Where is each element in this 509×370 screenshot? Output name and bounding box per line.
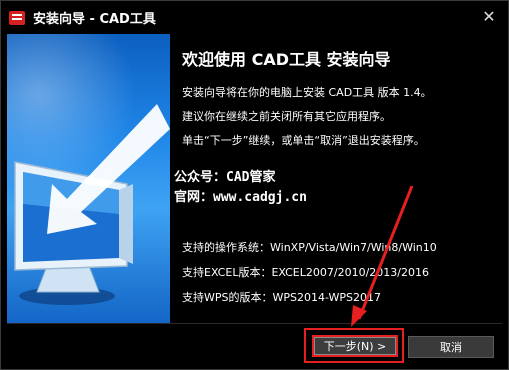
red-arrow-annotation bbox=[351, 185, 414, 327]
installer-window: 安装向导 - CAD工具 ✕ 欢迎使用 CAD工具 安装向导 安装向导将在你的电… bbox=[0, 0, 509, 370]
